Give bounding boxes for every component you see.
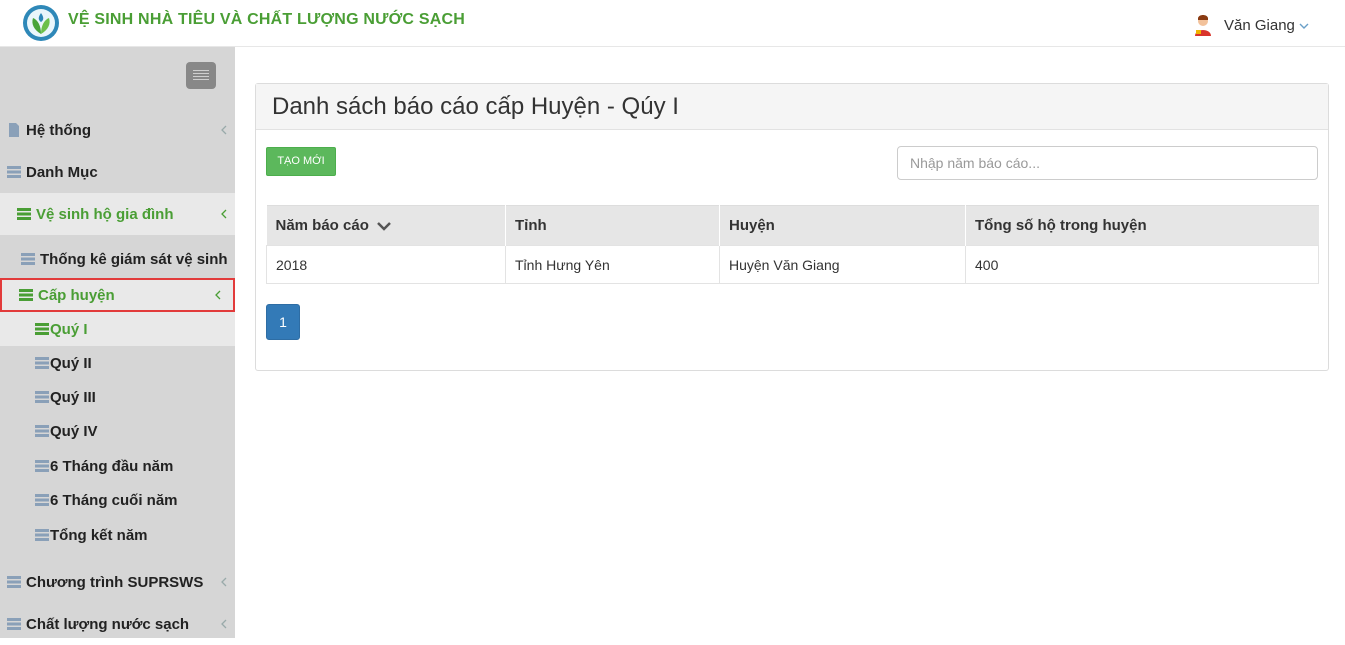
sidebar-item-he-thong[interactable]: Hệ thống [0,109,235,151]
sidebar-item-label: Chương trình SUPRSWS [26,573,204,591]
logo-icon[interactable] [22,4,60,42]
list-icon [21,253,35,265]
cell-nam-bao-cao: 2018 [266,245,506,284]
sidebar-item-label: Hệ thống [26,121,91,139]
sidebar-item-label: Danh Mục [26,163,98,181]
chevron-down-icon [1299,23,1309,29]
top-header: VỆ SINH NHÀ TIÊU VÀ CHẤT LƯỢNG NƯỚC SẠCH… [0,0,1345,47]
sidebar-item-label: Tổng kết năm [50,526,148,544]
table-header-row: Năm báo cáo Tỉnh Huyện Tổng số hộ trong … [266,205,1319,246]
user-avatar-icon [1195,15,1211,36]
list-icon [35,357,49,369]
list-icon [7,166,21,178]
table-row[interactable]: 2018 Tỉnh Hưng Yên Huyện Văn Giang 400 [266,245,1319,284]
sidebar-item-label: Chất lượng nước sạch [26,615,190,633]
list-icon [35,494,49,506]
sidebar-item-6-thang-cuoi-nam[interactable]: 6 Tháng cuối năm [0,483,235,517]
sidebar-item-chuong-trinh-suprsws[interactable]: Chương trình SUPRSWS [0,561,235,603]
sidebar-item-label: Thống kê giám sát vệ sinh [40,250,228,268]
chevron-left-icon [221,577,227,587]
page-title: Danh sách báo cáo cấp Huyện - Qúy I [272,92,679,120]
sidebar-item-label: Cấp huyện [38,286,115,304]
list-icon [35,391,49,403]
list-icon [35,529,49,541]
sidebar-item-label: Quý III [50,388,96,406]
column-header-nam-bao-cao[interactable]: Năm báo cáo [266,205,506,246]
column-header-huyen: Huyện [719,205,966,246]
sidebar-item-tong-ket-nam[interactable]: Tổng kết năm [0,518,235,552]
chevron-left-icon [221,125,227,135]
sort-chevron-down-icon[interactable] [377,220,391,232]
panel-header: Danh sách báo cáo cấp Huyện - Qúy I [256,84,1328,130]
list-icon [35,460,49,472]
sidebar-item-label: 6 Tháng đầu năm [50,457,174,475]
server-icon [19,289,33,301]
column-header-label: Năm báo cáo [275,217,369,234]
sidebar-item-danh-muc[interactable]: Danh Mục [0,151,235,193]
cell-tinh: Tỉnh Hưng Yên [505,245,720,284]
file-icon [9,123,19,137]
list-icon [7,576,21,588]
pagination-page-button[interactable]: 1 [266,304,300,340]
sidebar-item-cap-huyen[interactable]: Cấp huyện [0,278,235,312]
sidebar-item-label: Quý I [50,320,88,338]
server-icon [35,323,49,335]
sidebar-item-6-thang-dau-nam[interactable]: 6 Tháng đầu năm [0,449,235,483]
column-header-tinh: Tỉnh [505,205,720,246]
list-icon [35,425,49,437]
sidebar-item-label: Vệ sinh hộ gia đình [36,205,174,223]
sidebar-item-label: 6 Tháng cuối năm [50,491,178,509]
cell-tong-so-ho: 400 [965,245,1319,284]
report-panel: Danh sách báo cáo cấp Huyện - Qúy I TẠO … [255,83,1329,371]
user-name: Văn Giang [1224,16,1295,34]
chevron-left-icon [215,290,221,300]
report-table: Năm báo cáo Tỉnh Huyện Tổng số hộ trong … [266,205,1319,284]
chevron-left-icon [221,209,227,219]
chevron-left-icon [221,619,227,629]
search-input[interactable] [897,146,1318,180]
sidebar-item-label: Quý IV [50,422,98,440]
column-header-tong-so-ho: Tổng số hộ trong huyện [965,205,1319,246]
sidebar: Hệ thống Danh Mục Vệ sinh hộ gia đình Th… [0,47,235,638]
sidebar-item-quy-4[interactable]: Quý IV [0,414,235,448]
app-title: VỆ SINH NHÀ TIÊU VÀ CHẤT LƯỢNG NƯỚC SẠCH [68,11,465,28]
list-icon [7,618,21,630]
sidebar-item-label: Quý II [50,354,92,372]
sidebar-item-thong-ke[interactable]: Thống kê giám sát vệ sinh [0,238,235,280]
sidebar-item-chat-luong-nuoc-sach[interactable]: Chất lượng nước sạch [0,603,235,645]
user-menu[interactable]: Văn Giang [1192,14,1310,36]
server-icon [17,208,31,220]
sidebar-toggle-button[interactable] [186,62,216,89]
sidebar-item-ve-sinh-ho-gia-dinh[interactable]: Vệ sinh hộ gia đình [0,193,235,235]
cell-huyen: Huyện Văn Giang [719,245,966,284]
sidebar-item-quy-3[interactable]: Quý III [0,380,235,414]
create-new-button[interactable]: TẠO MỚI [266,147,336,176]
sidebar-item-quy-1[interactable]: Quý I [0,312,235,346]
sidebar-item-quy-2[interactable]: Quý II [0,346,235,380]
